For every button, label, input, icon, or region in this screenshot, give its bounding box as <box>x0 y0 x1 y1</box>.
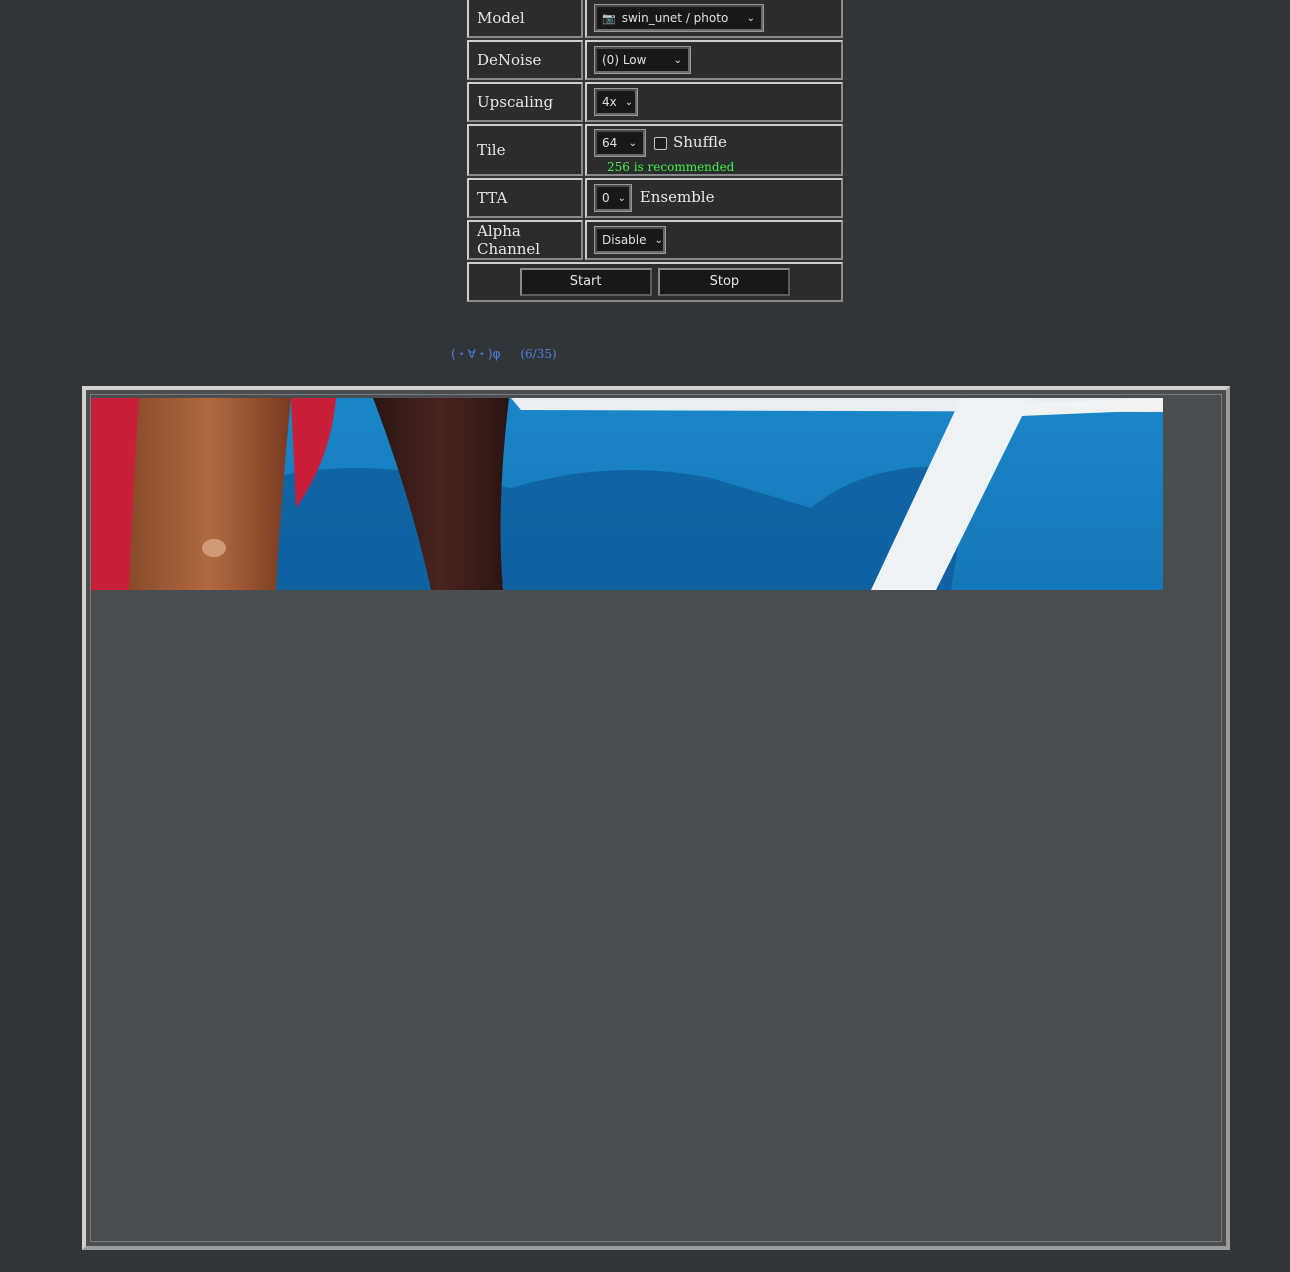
buttons-row: Start Stop <box>467 262 843 302</box>
tile-hint: 256 is recommended <box>607 160 735 174</box>
tile-label: Tile <box>467 124 583 176</box>
alpha-select[interactable]: Disable ⌄ <box>594 226 666 254</box>
chevron-down-icon: ⌄ <box>617 192 627 204</box>
tta-select-value: 0 <box>602 191 610 205</box>
tta-label: TTA <box>467 178 583 218</box>
tile-select[interactable]: 64 ⌄ <box>594 129 646 157</box>
status-face: (・∀・)φ <box>451 347 501 361</box>
upscaling-select[interactable]: 4x ⌄ <box>594 88 638 116</box>
stop-button[interactable]: Stop <box>658 268 791 296</box>
tile-select-value: 64 <box>602 136 618 150</box>
shuffle-label: Shuffle <box>673 133 727 151</box>
start-button[interactable]: Start <box>519 268 652 296</box>
alpha-label: Alpha Channel <box>467 220 583 260</box>
shuffle-checkbox[interactable] <box>654 136 667 150</box>
denoise-select-value: (0) Low <box>602 53 647 67</box>
model-label: Model <box>467 0 583 38</box>
alpha-row: Alpha Channel Disable ⌄ <box>467 220 843 260</box>
model-row: Model 📷 swin_unet / photo ⌄ <box>467 0 843 38</box>
upscaling-row: Upscaling 4x ⌄ <box>467 82 843 122</box>
ensemble-label: Ensemble <box>639 188 715 206</box>
chevron-down-icon: ⌄ <box>628 137 637 149</box>
chevron-down-icon: ⌄ <box>624 96 634 108</box>
upscaling-label: Upscaling <box>467 82 583 122</box>
chevron-down-icon: ⌄ <box>673 54 682 66</box>
denoise-label: DeNoise <box>467 40 583 80</box>
tta-select[interactable]: 0 ⌄ <box>594 184 632 212</box>
progress-counter: (6/35) <box>520 347 557 361</box>
chevron-down-icon: ⌄ <box>654 234 663 246</box>
settings-table: Model 📷 swin_unet / photo ⌄ DeNoise (0) L… <box>465 0 845 304</box>
tta-row: TTA 0 ⌄ Ensemble <box>467 178 843 218</box>
chevron-down-icon: ⌄ <box>746 12 755 24</box>
output-viewer <box>82 386 1230 1250</box>
camera-icon: 📷 <box>602 12 616 25</box>
tile-row: Tile 64 ⌄ Shuffle 256 is recommended <box>467 124 843 176</box>
model-select-value: swin_unet / photo <box>621 11 729 25</box>
denoise-select[interactable]: (0) Low ⌄ <box>594 46 691 74</box>
alpha-select-value: Disable <box>602 233 647 247</box>
progress-status: (・∀・)φ (6/35) <box>451 345 557 362</box>
denoise-row: DeNoise (0) Low ⌄ <box>467 40 843 80</box>
model-select[interactable]: 📷 swin_unet / photo ⌄ <box>594 4 764 32</box>
processed-image-preview <box>91 398 1163 590</box>
upscaling-select-value: 4x <box>602 95 617 109</box>
